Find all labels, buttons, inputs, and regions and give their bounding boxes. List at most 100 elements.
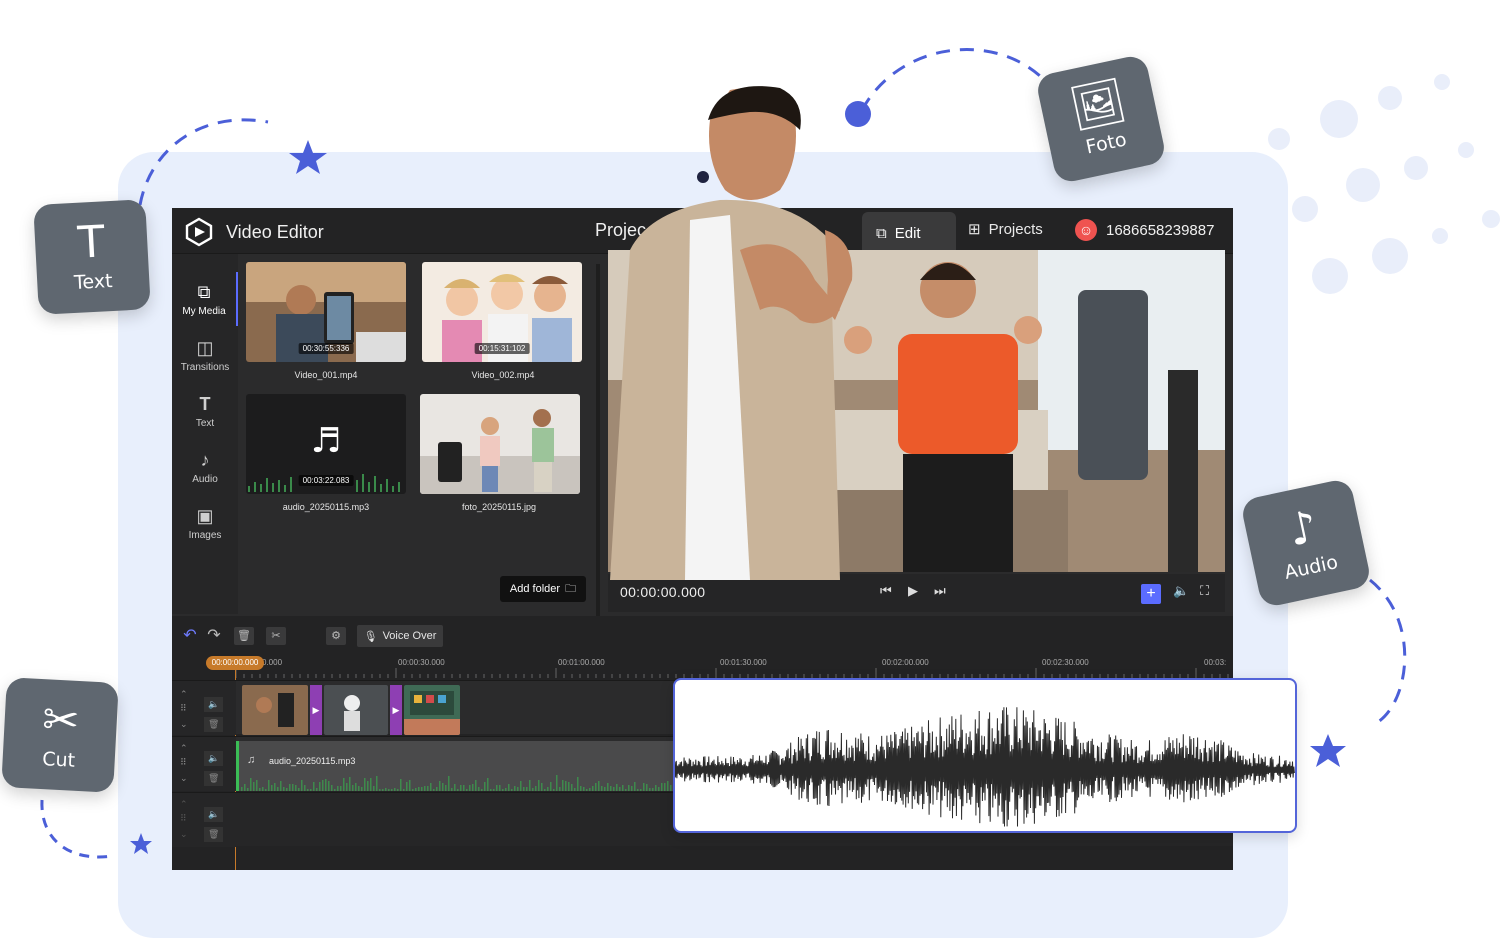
drag-handle-icon[interactable]: ⠿ [180,703,187,714]
chevron-down-icon[interactable]: ⌄ [180,719,188,730]
wave-bar [265,789,267,791]
media-name: Video_001.mp4 [294,370,358,380]
wave-bar [625,789,627,791]
wave-bar [652,788,654,791]
sidebar-item-images[interactable]: ▣ Images [172,496,238,550]
folder-icon: 🗀 [565,582,577,595]
video-clip[interactable] [324,685,388,735]
deco-bubble [1320,100,1358,138]
chevron-down-icon[interactable]: ⌄ [180,829,188,840]
scissors-icon: ✂ [41,694,81,747]
delete-track-icon[interactable]: 🗑 [204,771,224,786]
delete-track-icon[interactable]: 🗑 [204,827,224,842]
volume-icon[interactable]: 🔈 [204,751,224,766]
wave-bar [523,787,525,791]
media-name: Video_002.mp4 [471,370,535,380]
transition-marker[interactable]: ▶ [310,685,322,735]
wave-bar [256,780,258,791]
delete-track-icon[interactable]: 🗑 [204,717,224,732]
wave-bar [382,789,384,791]
media-thumb-video-002[interactable]: 00:15:31:102 [422,262,582,362]
wave-bar [340,786,342,791]
image-thumbnail [420,394,580,494]
time-ruler[interactable]: 0.000 00:00:30.000 00:01:00.000 00:01:30… [236,656,1233,678]
redo-icon[interactable]: ↷ [204,627,224,645]
media-thumb-foto[interactable] [420,394,580,494]
wave-bar [640,789,642,791]
wave-bar [361,787,363,791]
tab-edit[interactable]: ⧉ Edit [862,212,956,254]
deco-bubble [1312,258,1348,294]
wave-bar [511,789,513,791]
undo-icon[interactable]: ↶ [180,627,200,645]
wave-bar [493,789,495,791]
wave-bar [544,789,546,791]
fullscreen-icon[interactable]: ⛶ [1200,583,1209,599]
split-icon[interactable]: ✂ [266,627,286,645]
wave-bar [424,786,426,791]
app-title: Video Editor [226,222,324,242]
wave-bar [334,789,336,791]
wave-bar [502,789,504,791]
video-clip[interactable] [242,685,308,735]
chevron-up-icon[interactable]: ⌃ [180,689,188,700]
media-thumb-audio[interactable]: ♬ 00:03:22.083 [246,394,406,494]
play-icon[interactable]: ▶ [908,583,918,599]
wave-bar [307,789,309,791]
settings-icon[interactable]: ⚙ [326,627,346,645]
deco-bubble [1482,210,1500,228]
add-folder-button[interactable]: Add folder 🗀 [500,576,586,602]
media-thumb-video-001[interactable]: 00:30:55:336 [246,262,406,362]
app-logo-icon [185,217,213,247]
wave-bar [592,786,594,791]
chevron-up-icon[interactable]: ⌃ [180,743,188,754]
chevron-up-icon[interactable]: ⌃ [180,799,188,810]
step-forward-icon[interactable]: ⏭ [934,583,946,599]
drag-handle-icon[interactable]: ⠿ [180,757,187,768]
wave-bar [580,786,582,791]
wave-bar [622,785,624,791]
sidebar-item-my-media[interactable]: ⧉ My Media [172,272,238,326]
wave-bar [664,783,666,791]
chevron-down-icon[interactable]: ⌄ [180,773,188,784]
wave-bar [472,784,474,791]
wave-bar [304,785,306,791]
wave-bar [262,787,264,791]
foto-badge-label: Foto [1083,128,1129,159]
add-to-timeline-button[interactable]: + [1141,584,1161,604]
audio-clip[interactable]: ♫ audio_20250115.mp3 [236,741,676,791]
tab-projects[interactable]: ⊞ Projects [968,220,1043,239]
image-icon: 🖼 [1065,74,1131,136]
wave-bar [358,786,360,791]
user-menu[interactable]: ☺ 1686658239887 [1075,219,1214,241]
volume-icon[interactable]: 🔈 [204,697,224,712]
step-back-icon[interactable]: ⏮ [880,583,892,599]
duration-badge: 00:03:22.083 [298,475,354,486]
wave-bar [649,788,651,791]
drag-handle-icon[interactable]: ⠿ [180,813,187,824]
wave-bar [490,789,492,791]
delete-icon[interactable]: 🗑 [234,627,254,645]
volume-icon[interactable]: 🔈 [1173,583,1189,599]
wave-bar [247,788,249,791]
ruler-ticks [236,668,1229,678]
audio-badge: ♪ Audio [1239,477,1373,609]
sidebar-item-text[interactable]: T Text [172,384,238,438]
sidebar-item-transitions[interactable]: ◫ Transitions [172,328,238,382]
voice-over-button[interactable]: 🎙 Voice Over [357,625,443,647]
wave-bar [397,789,399,791]
wave-bar [364,778,366,791]
volume-icon[interactable]: 🔈 [204,807,224,822]
ruler-label: 00:01:30.000 [720,658,767,667]
grid-icon: ⊞ [968,221,981,238]
wave-bar [463,785,465,791]
video-clip[interactable] [404,685,460,735]
wave-bar [478,787,480,791]
media-library: 00:30:55:336 Video_001.mp4 00:15:31:102 [238,254,596,614]
wave-bar [298,788,300,791]
sidebar-item-audio[interactable]: ♪ Audio [172,440,238,494]
deco-bubble [1378,86,1402,110]
sidebar-item-label: Text [195,417,215,429]
transition-marker[interactable]: ▶ [390,685,402,735]
deco-bubble [1458,142,1474,158]
